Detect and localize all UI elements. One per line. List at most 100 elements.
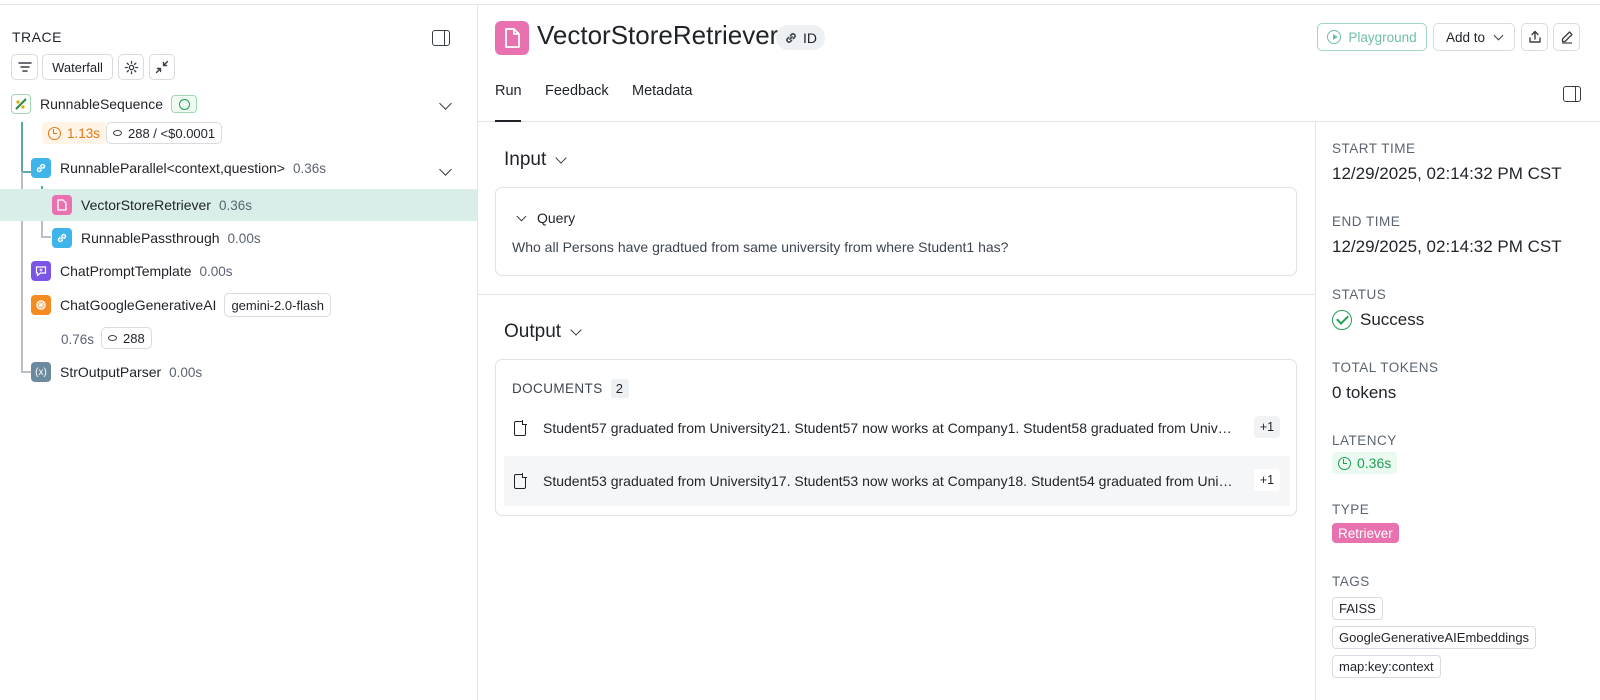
more-badge[interactable]: +1: [1254, 416, 1280, 438]
output-section-toggle[interactable]: Output: [504, 321, 582, 343]
trace-node-runnable-passthrough[interactable]: RunnablePassthrough 0.00s: [52, 225, 261, 251]
chevron-down-icon: [555, 151, 567, 164]
check-circle-icon: [178, 98, 190, 110]
tab-metadata[interactable]: Metadata: [632, 83, 692, 99]
document-icon: [52, 195, 72, 215]
tags-label: TAGS: [1332, 574, 1370, 589]
query-toggle[interactable]: Query: [516, 210, 576, 226]
latency-label: LATENCY: [1332, 433, 1397, 448]
trace-title: TRACE: [12, 29, 62, 45]
add-to-button[interactable]: Add to: [1433, 23, 1515, 51]
coin-icon: [113, 130, 122, 136]
run-tabs: Run Feedback Metadata: [478, 70, 1600, 122]
query-text: Who all Persons have gradtued from same …: [512, 239, 1009, 255]
documents-label: DOCUMENTS: [512, 381, 603, 396]
section-divider: [478, 294, 1315, 295]
tree-connector: [21, 171, 31, 173]
tag[interactable]: GoogleGenerativeAIEmbeddings: [1332, 626, 1537, 649]
trace-node-vector-store-retriever[interactable]: VectorStoreRetriever 0.36s: [52, 192, 252, 218]
node-name: RunnableSequence: [40, 96, 163, 112]
minimize-icon: [155, 60, 169, 74]
waterfall-button[interactable]: Waterfall: [42, 54, 113, 80]
node-name: ChatGoogleGenerativeAI: [60, 297, 217, 313]
file-icon: [514, 420, 527, 436]
coin-icon: [108, 335, 117, 341]
retriever-icon: [495, 21, 529, 55]
clock-icon: [48, 126, 61, 140]
document-text: Student57 graduated from University21. S…: [543, 420, 1233, 436]
variable-icon: (x): [31, 362, 51, 382]
link-icon: [52, 228, 72, 248]
status-value: Success: [1332, 310, 1424, 330]
tree-connector: [41, 221, 43, 237]
end-time-value: 12/29/2025, 02:14:32 PM CST: [1332, 237, 1562, 256]
chevron-down-icon: [570, 323, 582, 336]
link-icon: [786, 32, 796, 43]
documents-count: 2: [610, 379, 629, 398]
tab-feedback[interactable]: Feedback: [545, 83, 609, 99]
trace-node-str-output-parser[interactable]: (x) StrOutputParser 0.00s: [31, 359, 202, 385]
output-card: DOCUMENTS 2 Student57 graduated from Uni…: [495, 359, 1297, 516]
document-row[interactable]: Student57 graduated from University21. S…: [504, 403, 1290, 453]
play-icon: [1327, 30, 1342, 44]
collapse-all-button[interactable]: [149, 54, 175, 80]
clock-icon: [1338, 456, 1351, 470]
node-time: 0.36s: [292, 160, 326, 176]
collapse-panel-icon[interactable]: [432, 30, 450, 46]
chevron-down-icon[interactable]: [439, 163, 452, 176]
playground-button[interactable]: Playground: [1317, 23, 1427, 51]
trace-node-runnable-parallel[interactable]: RunnableParallel<context,question> 0.36s: [31, 155, 326, 181]
end-time-label: END TIME: [1332, 214, 1401, 229]
chevron-down-icon[interactable]: [439, 97, 452, 110]
trace-node-runnable-sequence[interactable]: RunnableSequence: [11, 91, 197, 117]
node-name: ChatPromptTemplate: [60, 263, 192, 279]
gear-icon: [124, 60, 138, 74]
trace-node-chat-google-generative-ai[interactable]: ChatGoogleGenerativeAI gemini-2.0-flash: [31, 292, 331, 318]
output-title: Output: [504, 321, 562, 342]
input-card: Query Who all Persons have gradtued from…: [495, 187, 1297, 276]
latency-value: 1.13s: [67, 125, 101, 141]
chevron-down-icon: [1493, 30, 1504, 40]
documents-header: DOCUMENTS 2: [512, 379, 629, 398]
tag[interactable]: FAISS: [1332, 597, 1383, 620]
node-time: 0.76s: [61, 332, 95, 347]
copy-id-button[interactable]: ID: [776, 25, 825, 50]
node-time: 0.00s: [227, 230, 261, 246]
query-label: Query: [537, 210, 576, 226]
status-text: Success: [1360, 310, 1425, 329]
tokens-cost-value: 288 / <$0.0001: [128, 125, 216, 141]
file-icon: [514, 473, 527, 489]
add-to-label: Add to: [1445, 29, 1486, 45]
node-name: RunnableParallel<context,question>: [60, 160, 285, 176]
id-label: ID: [803, 29, 817, 46]
toggle-details-panel-icon[interactable]: [1563, 86, 1581, 102]
tag[interactable]: map:key:context: [1332, 655, 1441, 678]
trace-node-chat-prompt-template[interactable]: ChatPromptTemplate 0.00s: [31, 258, 233, 284]
start-time-label: START TIME: [1332, 141, 1416, 156]
check-circle-icon: [1332, 310, 1352, 330]
input-title: Input: [504, 149, 547, 170]
settings-button[interactable]: [118, 54, 144, 80]
tab-run[interactable]: Run: [495, 83, 522, 99]
share-button[interactable]: [1521, 23, 1548, 51]
success-badge: [171, 95, 197, 113]
filter-icon: [17, 62, 32, 72]
tokens-badge: 288: [101, 327, 152, 349]
model-badge: gemini-2.0-flash: [224, 293, 331, 317]
node-name: VectorStoreRetriever: [81, 197, 211, 213]
ai-model-icon: [31, 295, 51, 315]
chain-icon: [11, 94, 31, 114]
edit-button[interactable]: [1553, 23, 1580, 51]
upload-icon: [1528, 30, 1541, 43]
type-label: TYPE: [1332, 502, 1370, 517]
total-tokens-value: 0 tokens: [1332, 383, 1397, 402]
tree-connector: [41, 236, 51, 238]
input-section-toggle[interactable]: Input: [504, 149, 567, 171]
more-badge[interactable]: +1: [1254, 469, 1280, 491]
document-row[interactable]: Student53 graduated from University17. S…: [504, 456, 1290, 506]
node-time: 0.00s: [199, 263, 233, 279]
type-badge: Retriever: [1332, 523, 1399, 543]
filter-button[interactable]: [11, 54, 38, 80]
node-name: RunnablePassthrough: [81, 230, 220, 246]
run-details-panel: START TIME 12/29/2025, 02:14:32 PM CST E…: [1315, 122, 1600, 700]
